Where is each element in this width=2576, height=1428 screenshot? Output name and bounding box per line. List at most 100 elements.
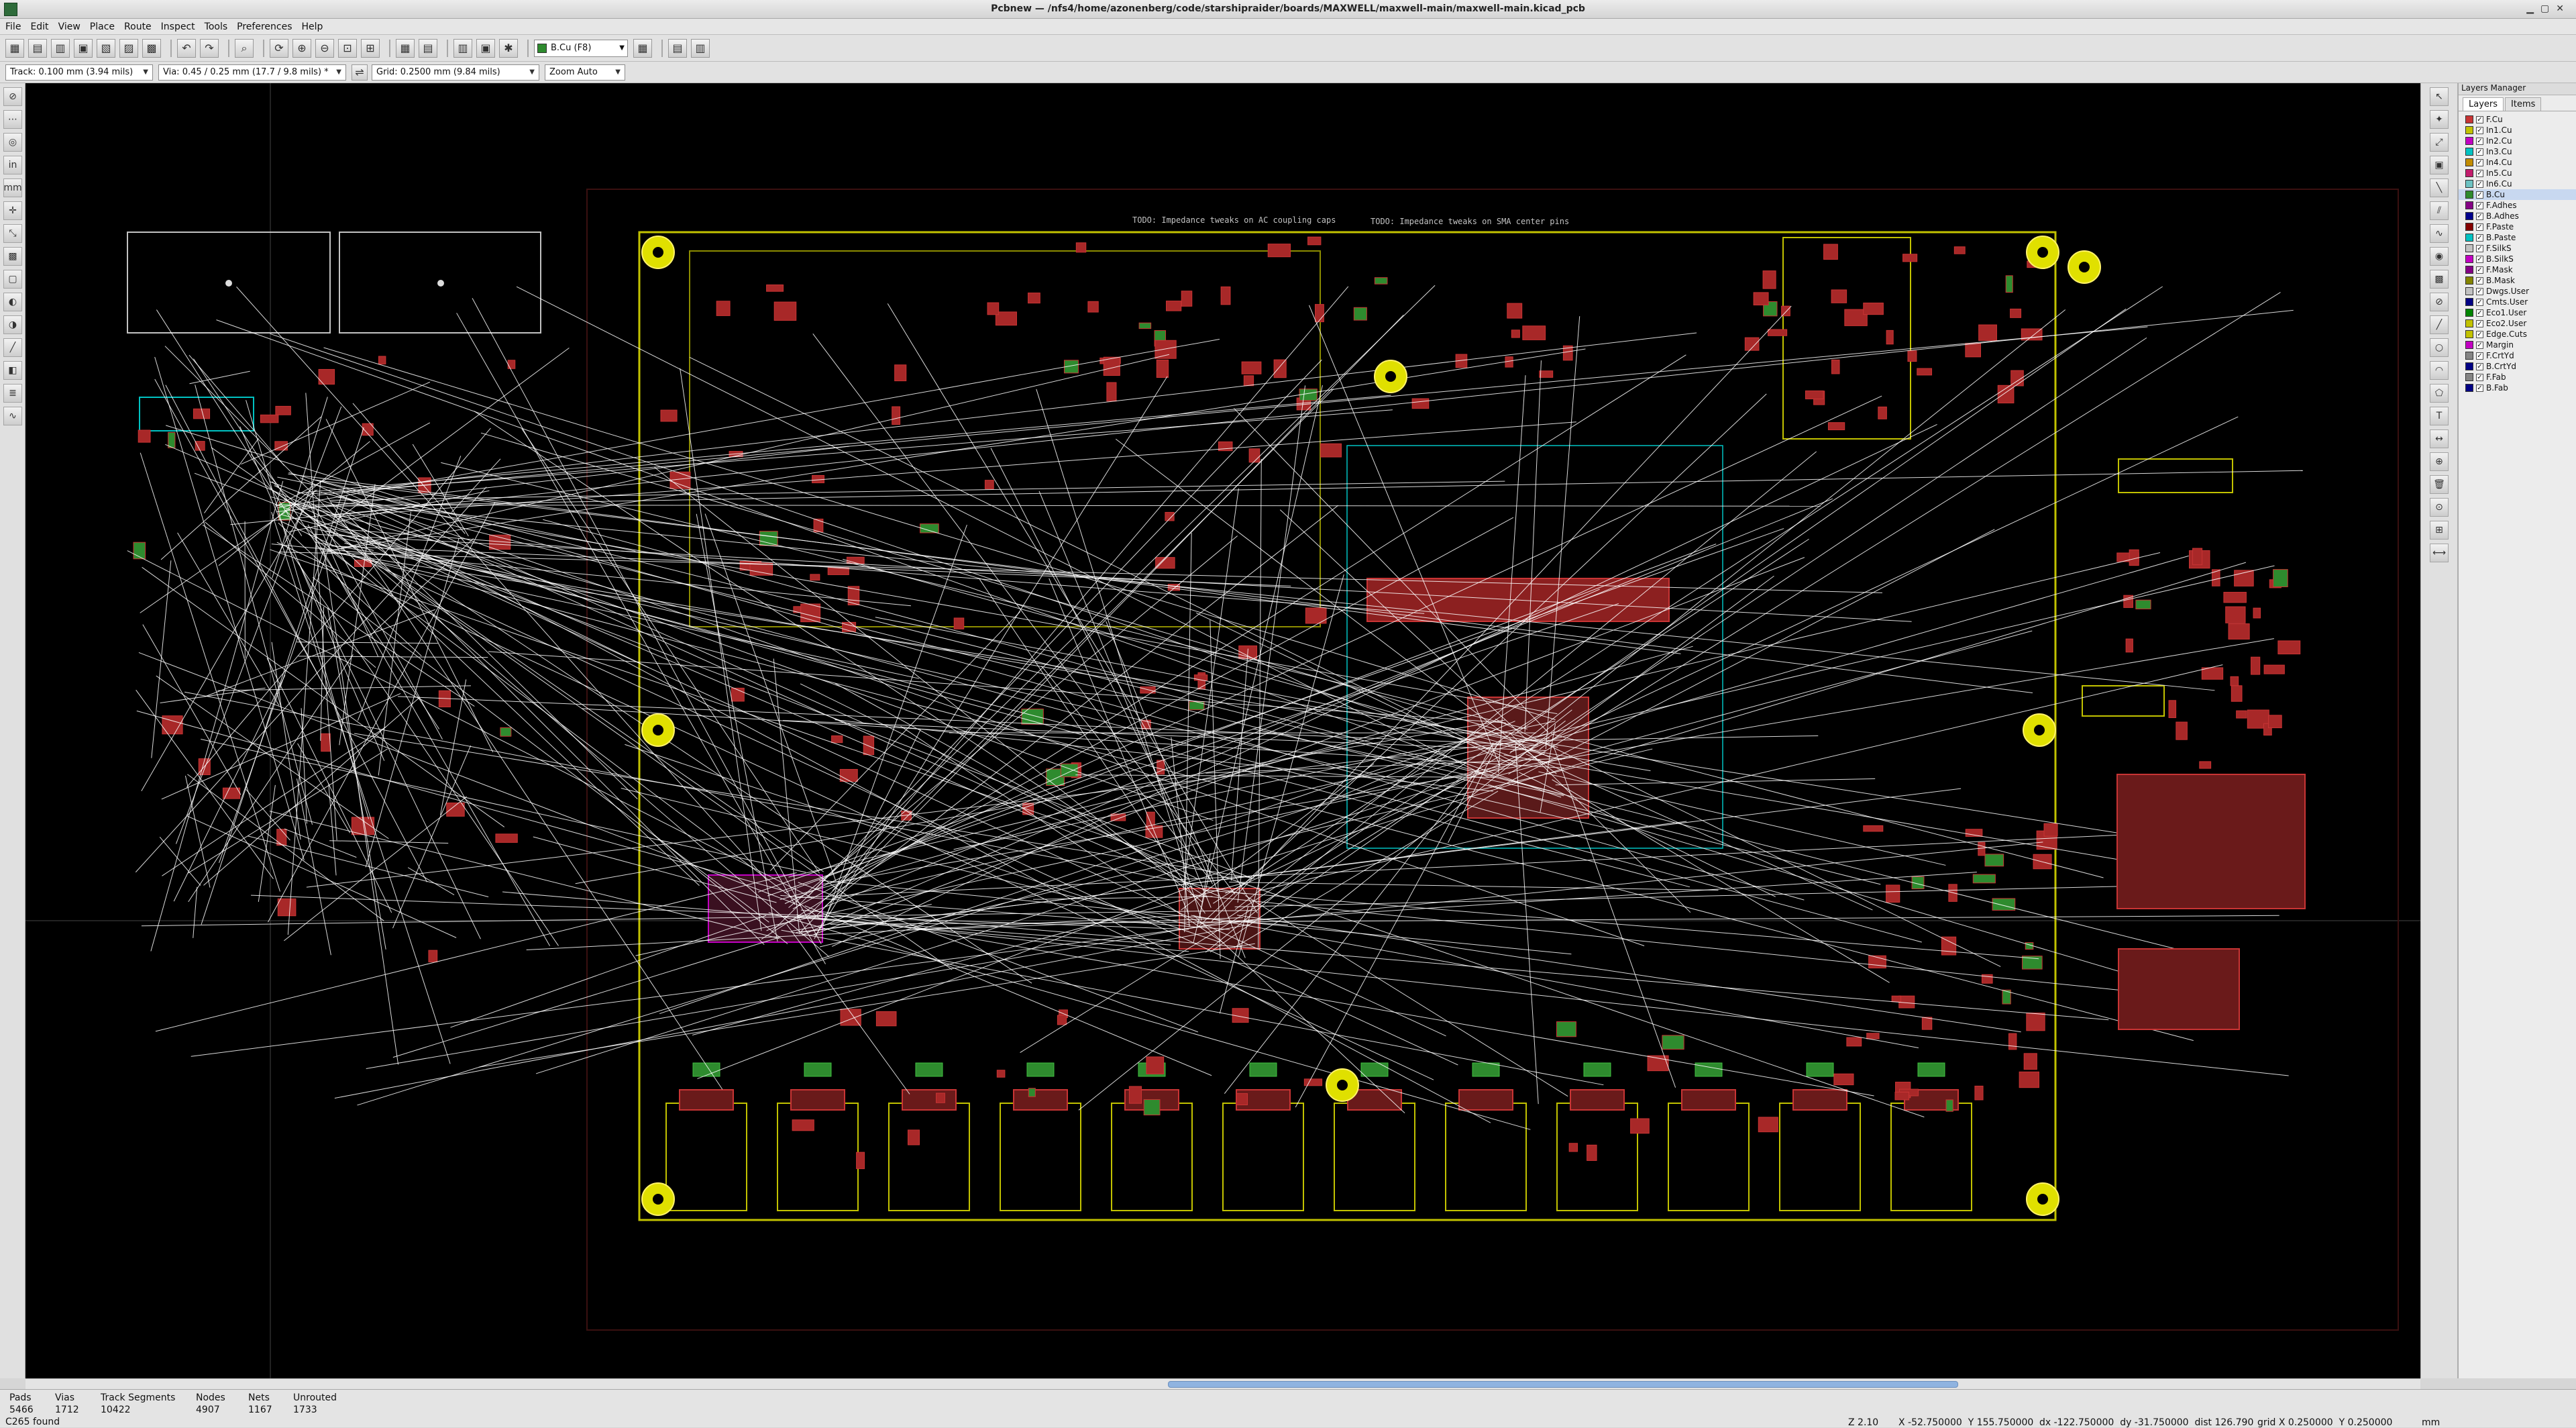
route-diff-pair-icon[interactable]: ⫽ — [2430, 201, 2449, 220]
active-layer-select[interactable]: B.Cu (F8) ▼ — [534, 40, 628, 57]
highlight-net-icon[interactable]: ✦ — [2430, 110, 2449, 129]
layer-color-swatch[interactable] — [2465, 148, 2473, 156]
via-size-select[interactable]: Via: 0.45 / 0.25 mm (17.7 / 9.8 mils) * … — [158, 64, 346, 81]
menu-view[interactable]: View — [58, 21, 80, 32]
layer-row-f-crtyd[interactable]: ✓F.CrtYd — [2459, 350, 2576, 361]
layer-visibility-checkbox[interactable]: ✓ — [2476, 256, 2483, 263]
layer-row-eco2-user[interactable]: ✓Eco2.User — [2459, 318, 2576, 329]
zone-outline-icon[interactable]: ▢ — [3, 270, 22, 289]
layer-visibility-checkbox[interactable]: ✓ — [2476, 266, 2483, 274]
layer-color-swatch[interactable] — [2465, 244, 2473, 252]
add-target-icon[interactable]: ⊕ — [2430, 452, 2449, 471]
layer-row-f-silks[interactable]: ✓F.SilkS — [2459, 243, 2576, 254]
layer-row-b-cu[interactable]: ✓B.Cu — [2459, 189, 2576, 200]
microwave-toolbar-icon[interactable]: ∿ — [3, 407, 22, 425]
layer-pair-icon[interactable]: ▦ — [633, 39, 652, 58]
layer-color-swatch[interactable] — [2465, 362, 2473, 370]
layer-color-swatch[interactable] — [2465, 234, 2473, 242]
scripting-console-icon[interactable]: ▤ — [668, 39, 687, 58]
layer-row-b-paste[interactable]: ✓B.Paste — [2459, 232, 2576, 243]
print-icon[interactable]: ▨ — [119, 39, 138, 58]
layer-row-b-mask[interactable]: ✓B.Mask — [2459, 275, 2576, 286]
layer-row-b-silks[interactable]: ✓B.SilkS — [2459, 254, 2576, 264]
redo-icon[interactable]: ↷ — [200, 39, 219, 58]
menu-preferences[interactable]: Preferences — [237, 21, 292, 32]
cursor-shape-icon[interactable]: ✛ — [3, 201, 22, 220]
menu-edit[interactable]: Edit — [30, 21, 48, 32]
add-circle-icon[interactable]: ○ — [2430, 338, 2449, 357]
track-width-select[interactable]: Track: 0.100 mm (3.94 mils) ▼ — [5, 64, 153, 81]
layer-row-in2-cu[interactable]: ✓In2.Cu — [2459, 136, 2576, 146]
netlist-icon[interactable]: ▥ — [453, 39, 472, 58]
add-dimension-icon[interactable]: ↔ — [2430, 429, 2449, 448]
via-sketch-icon[interactable]: ◑ — [3, 315, 22, 334]
high-contrast-icon[interactable]: ◧ — [3, 361, 22, 380]
layer-row-f-mask[interactable]: ✓F.Mask — [2459, 264, 2576, 275]
track-sketch-icon[interactable]: ╱ — [3, 338, 22, 357]
layer-color-swatch[interactable] — [2465, 212, 2473, 220]
layer-visibility-checkbox[interactable]: ✓ — [2476, 181, 2483, 188]
zoom-fit-icon[interactable]: ⊡ — [338, 39, 357, 58]
layer-color-swatch[interactable] — [2465, 180, 2473, 188]
add-footprint-icon[interactable]: ▣ — [2430, 156, 2449, 174]
footprint-viewer-icon[interactable]: ▤ — [419, 39, 437, 58]
layer-row-in5-cu[interactable]: ✓In5.Cu — [2459, 168, 2576, 178]
layer-color-swatch[interactable] — [2465, 223, 2473, 231]
layer-row-dwgs-user[interactable]: ✓Dwgs.User — [2459, 286, 2576, 297]
menu-inspect[interactable]: Inspect — [161, 21, 195, 32]
layer-visibility-checkbox[interactable]: ✓ — [2476, 277, 2483, 285]
layer-color-swatch[interactable] — [2465, 330, 2473, 338]
layer-visibility-checkbox[interactable]: ✓ — [2476, 234, 2483, 242]
layer-visibility-checkbox[interactable]: ✓ — [2476, 299, 2483, 306]
layer-row-f-fab[interactable]: ✓F.Fab — [2459, 372, 2576, 382]
grid-size-select[interactable]: Grid: 0.2500 mm (9.84 mils) ▼ — [372, 64, 539, 81]
grid-toggle-icon[interactable]: ⋯ — [3, 110, 22, 129]
local-ratsnest-icon[interactable]: ⤢ — [2430, 133, 2449, 152]
layer-row-f-adhes[interactable]: ✓F.Adhes — [2459, 200, 2576, 211]
select-arrow-icon[interactable]: ↖ — [2430, 87, 2449, 106]
refresh-icon[interactable]: ⟳ — [270, 39, 288, 58]
board-setup-icon[interactable]: ▦ — [5, 39, 24, 58]
layer-row-cmts-user[interactable]: ✓Cmts.User — [2459, 297, 2576, 307]
add-text-icon[interactable]: T — [2430, 407, 2449, 425]
tab-layers[interactable]: Layers — [2463, 97, 2504, 111]
layer-color-swatch[interactable] — [2465, 298, 2473, 306]
zoom-in-icon[interactable]: ⊕ — [292, 39, 311, 58]
layer-visibility-checkbox[interactable]: ✓ — [2476, 202, 2483, 209]
layer-color-swatch[interactable] — [2465, 191, 2473, 199]
layer-color-swatch[interactable] — [2465, 319, 2473, 327]
new-board-icon[interactable]: ▤ — [28, 39, 47, 58]
layer-visibility-checkbox[interactable]: ✓ — [2476, 148, 2483, 156]
menu-place[interactable]: Place — [90, 21, 115, 32]
ratsnest-icon[interactable]: ⤡ — [3, 224, 22, 243]
layer-row-f-paste[interactable]: ✓F.Paste — [2459, 221, 2576, 232]
delete-icon[interactable]: 🗑 — [2430, 475, 2449, 494]
layer-visibility-checkbox[interactable]: ✓ — [2476, 374, 2483, 381]
layer-color-swatch[interactable] — [2465, 115, 2473, 123]
show-zones-icon[interactable]: ▩ — [3, 247, 22, 266]
menu-route[interactable]: Route — [124, 21, 152, 32]
undo-icon[interactable]: ↶ — [177, 39, 196, 58]
grid-origin-icon[interactable]: ⊞ — [2430, 521, 2449, 540]
page-settings-icon[interactable]: ▧ — [97, 39, 115, 58]
layer-row-in6-cu[interactable]: ✓In6.Cu — [2459, 178, 2576, 189]
pcb-drawing[interactable]: TODO: Impedance tweaks on AC coupling ca… — [25, 83, 2420, 1378]
add-polygon-icon[interactable]: ⬠ — [2430, 384, 2449, 403]
layer-visibility-checkbox[interactable]: ✓ — [2476, 331, 2483, 338]
layer-visibility-checkbox[interactable]: ✓ — [2476, 385, 2483, 392]
footprint-editor-icon[interactable]: ▦ — [396, 39, 415, 58]
measure-icon[interactable]: ⟷ — [2430, 544, 2449, 562]
tune-length-icon[interactable]: ∿ — [2430, 224, 2449, 243]
drill-origin-icon[interactable]: ⊙ — [2430, 498, 2449, 517]
open-board-icon[interactable]: ▥ — [51, 39, 70, 58]
layer-color-swatch[interactable] — [2465, 169, 2473, 177]
layer-color-swatch[interactable] — [2465, 287, 2473, 295]
layer-color-swatch[interactable] — [2465, 266, 2473, 274]
zoom-selection-icon[interactable]: ⊞ — [361, 39, 380, 58]
layer-row-in1-cu[interactable]: ✓In1.Cu — [2459, 125, 2576, 136]
layer-color-swatch[interactable] — [2465, 341, 2473, 349]
layer-visibility-checkbox[interactable]: ✓ — [2476, 170, 2483, 177]
layer-color-swatch[interactable] — [2465, 384, 2473, 392]
drc-off-icon[interactable]: ⊘ — [3, 87, 22, 106]
layer-color-swatch[interactable] — [2465, 309, 2473, 317]
